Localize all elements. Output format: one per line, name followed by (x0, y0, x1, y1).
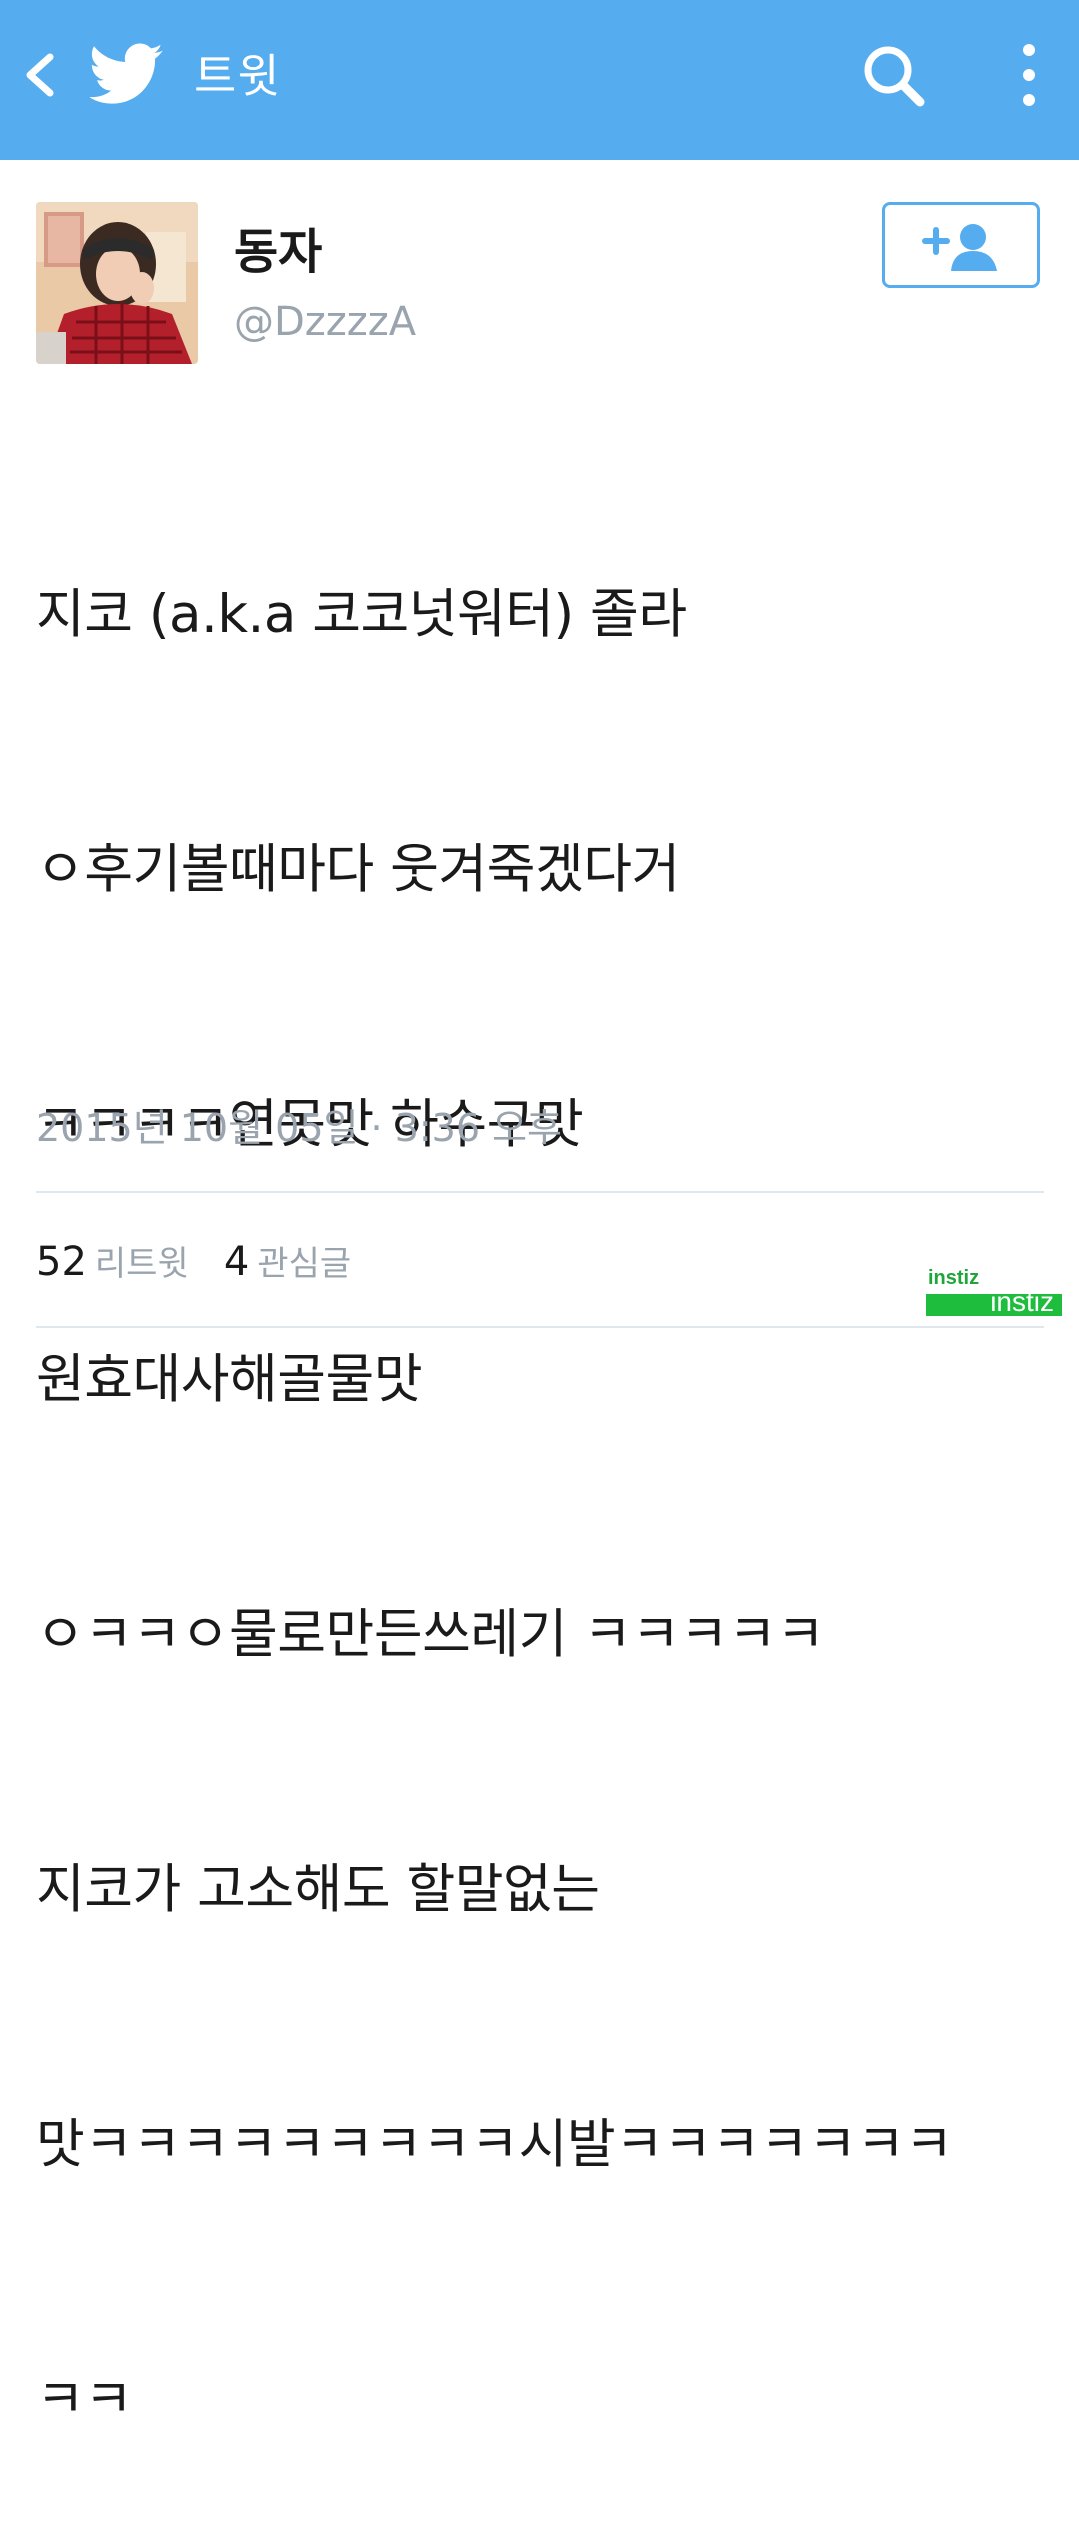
follow-button[interactable] (882, 202, 1040, 288)
top-app-bar: 트윗 (0, 0, 1079, 160)
tweet-stats: 52 리트윗 4 관심글 (36, 1234, 381, 1290)
watermark: instiz instiz (926, 1266, 1062, 1318)
avatar[interactable] (36, 202, 198, 364)
tweet-text: 지코 (a.k.a 코코넛워터) 졸라 ㅇ후기볼때마다 웃겨죽겠다거 ㅋㅋㅋㅋ연… (36, 402, 1046, 2527)
more-options-button[interactable] (1008, 40, 1050, 112)
display-name[interactable]: 동자 (234, 220, 322, 284)
tweet-timestamp: 2015년 10월 05일 · 3:36 오후 (36, 1106, 563, 1150)
search-icon (864, 46, 925, 107)
retweet-count: 52 (36, 1239, 87, 1285)
divider (36, 1191, 1044, 1193)
retweet-count-link[interactable]: 52 리트윗 (36, 1234, 189, 1298)
user-handle[interactable]: @DzzzzA (234, 294, 416, 350)
add-user-icon (922, 224, 997, 271)
divider (36, 1326, 1044, 1328)
like-label: 관심글 (257, 1244, 352, 1284)
like-count: 4 (223, 1239, 250, 1285)
tweet-line: ㅇ후기볼때마다 웃겨죽겠다거 (36, 839, 680, 900)
page-title: 트윗 (194, 49, 281, 103)
more-vert-icon (1023, 44, 1035, 106)
tweet-line: 원효대사해골물맛 (36, 1349, 423, 1410)
tweet-line: ㅇㅋㅋㅇ물로만든쓰레기 ㅋㅋㅋㅋㅋ (36, 1604, 825, 1665)
twitter-bird-icon (88, 42, 164, 106)
watermark-text-top: instiz (928, 1267, 980, 1289)
watermark-text-bottom: instiz (990, 1294, 1054, 1316)
tweet-line: 지코 (a.k.a 코코넛워터) 졸라 (36, 584, 687, 645)
watermark-bar: instiz (926, 1294, 1062, 1316)
tweet-line: ㅋㅋ (36, 2369, 133, 2430)
tweet-line: 지코가 고소해도 할말없는 (36, 1859, 600, 1920)
retweet-label: 리트윗 (94, 1244, 189, 1284)
search-button[interactable] (858, 40, 930, 112)
back-button[interactable] (14, 45, 64, 105)
back-icon (26, 53, 54, 97)
like-count-link[interactable]: 4 관심글 (224, 1234, 351, 1298)
tweet-line: 맛ㅋㅋㅋㅋㅋㅋㅋㅋㅋ시발ㅋㅋㅋㅋㅋㅋㅋ (36, 2114, 953, 2175)
